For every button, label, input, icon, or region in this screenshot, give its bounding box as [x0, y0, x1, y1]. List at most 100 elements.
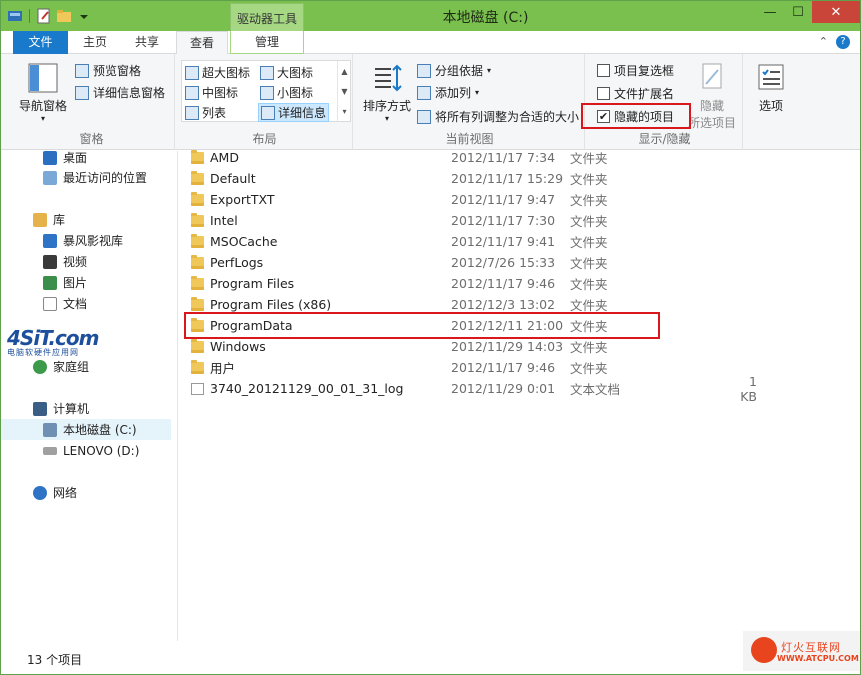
file-row[interactable]: ExportTXT 2012/11/17 9:47 文件夹: [185, 189, 785, 210]
file-row[interactable]: Windows 2012/11/29 14:03 文件夹: [185, 336, 785, 357]
add-column-label: 添加列: [435, 86, 472, 100]
tab-view[interactable]: 查看: [176, 31, 228, 55]
folder-icon: [191, 149, 204, 164]
file-name: Windows: [210, 339, 266, 354]
file-date: 2012/11/17 9:41: [451, 234, 556, 249]
more-icon[interactable]: ▾: [342, 107, 346, 116]
file-type: 文本文档: [570, 382, 621, 397]
expand-ribbon-icon[interactable]: ⌃: [819, 35, 828, 49]
nav-item-videos[interactable]: 视频: [1, 251, 171, 272]
nav-item-network[interactable]: 网络: [1, 482, 171, 503]
watermark-atcpu-logo-icon: [751, 637, 777, 663]
layout-medium-icons[interactable]: 中图标: [185, 84, 238, 101]
file-row[interactable]: MSOCache 2012/11/17 9:41 文件夹: [185, 231, 785, 252]
nav-item-computer[interactable]: 计算机: [1, 398, 171, 419]
file-date: 2012/7/26 15:33: [451, 255, 556, 270]
nav-item-desktop[interactable]: 桌面: [1, 151, 171, 168]
nav-item-homegroup[interactable]: 家庭组: [1, 356, 171, 377]
tab-share[interactable]: 共享: [125, 31, 169, 54]
nav-item-lenovo-d[interactable]: LENOVO (D:): [1, 440, 171, 461]
file-row[interactable]: AMD 2012/11/17 7:34 文件夹: [185, 147, 785, 168]
nav-label: 桌面: [63, 151, 88, 165]
options-label: 选项: [758, 99, 783, 113]
nav-label: 计算机: [53, 402, 90, 416]
item-checkboxes-label: 项目复选框: [614, 64, 675, 78]
options-button[interactable]: 选项: [751, 62, 791, 114]
layout-xl-icons[interactable]: 超大图标: [185, 64, 250, 81]
layout-details[interactable]: 详细信息: [258, 103, 330, 122]
status-bar: 13 个项目: [1, 641, 860, 674]
layout-list[interactable]: 列表: [185, 104, 226, 121]
nav-item-baofeng-library[interactable]: 暴风影视库: [1, 230, 171, 251]
preview-pane-button[interactable]: 预览窗格: [75, 62, 141, 79]
ribbon-help-area: ⌃ ?: [819, 35, 850, 49]
scroll-down-icon[interactable]: ▼: [341, 87, 347, 96]
large-icons-icon: [260, 65, 274, 80]
tab-home[interactable]: 主页: [73, 31, 117, 54]
hidden-items-highlight: [581, 103, 691, 129]
group-layout: 超大图标 大图标 中图标 小图标 列表 详细信息 ▲ ▼ ▾ 布局: [177, 54, 353, 150]
file-row[interactable]: Program Files 2012/11/17 9:46 文件夹: [185, 273, 785, 294]
file-row[interactable]: 3740_20121129_00_01_31_log 2012/11/29 0:0…: [185, 374, 785, 404]
add-column-button[interactable]: 添加列 ▾: [417, 84, 479, 101]
file-name: Program Files: [210, 276, 295, 291]
medium-icons-icon: [185, 85, 199, 100]
item-checkboxes-checkbox[interactable]: [597, 64, 610, 77]
file-name: MSOCache: [210, 234, 278, 249]
navigation-pane: 桌面 最近访问的位置 库 暴风影视库 视频 图片 文档 家庭组 计算机 本地磁盘…: [1, 151, 178, 641]
maximize-icon[interactable]: ☐: [784, 1, 812, 23]
xl-icons-label: 超大图标: [202, 66, 251, 80]
file-type: 文件夹: [570, 340, 608, 355]
tab-manage[interactable]: 管理: [230, 31, 304, 54]
file-row[interactable]: Intel 2012/11/17 7:30 文件夹: [185, 210, 785, 231]
sort-by-dropdown-icon: ▾: [384, 114, 389, 123]
homegroup-icon: [33, 359, 47, 374]
file-name: ExportTXT: [210, 192, 275, 207]
system-drive-icon: [43, 422, 57, 437]
list-label: 列表: [202, 106, 227, 120]
list-icon: [185, 105, 199, 120]
scroll-up-icon[interactable]: ▲: [341, 67, 347, 76]
layout-gallery-scroll[interactable]: ▲ ▼ ▾: [337, 61, 351, 121]
text-file-icon: [191, 382, 204, 395]
medium-icons-label: 中图标: [202, 86, 239, 100]
file-row[interactable]: Default 2012/11/17 15:29 文件夹: [185, 168, 785, 189]
help-icon[interactable]: ?: [836, 35, 850, 49]
file-row[interactable]: PerfLogs 2012/7/26 15:33 文件夹: [185, 252, 785, 273]
sort-by-button[interactable]: 排序方式 ▾: [359, 62, 415, 123]
nav-item-libraries[interactable]: 库: [1, 209, 171, 230]
computer-icon: [33, 401, 47, 416]
folder-icon: [191, 338, 204, 353]
layout-large-icons[interactable]: 大图标: [260, 64, 313, 81]
tab-file[interactable]: 文件: [13, 31, 68, 54]
hide-selected-button[interactable]: 隐藏 所选项目: [687, 62, 737, 131]
close-icon[interactable]: ✕: [812, 1, 860, 23]
nav-item-pictures[interactable]: 图片: [1, 272, 171, 293]
nav-item-local-disk-c[interactable]: 本地磁盘 (C:): [1, 419, 171, 440]
group-by-button[interactable]: 分组依据 ▾: [417, 62, 491, 79]
file-extensions-toggle[interactable]: 文件扩展名: [597, 85, 674, 102]
watermark-4sit-tagline: 电脑软硬件应用网: [7, 348, 79, 357]
nav-label: 家庭组: [53, 360, 90, 374]
file-type: 文件夹: [570, 235, 608, 250]
file-extensions-checkbox[interactable]: [597, 87, 610, 100]
hide-selected-icon: [702, 63, 722, 89]
nav-pane-button[interactable]: 导航窗格 ▾: [15, 62, 71, 123]
fit-columns-button[interactable]: 将所有列调整为合适的大小: [417, 108, 579, 125]
minimize-icon[interactable]: —: [756, 1, 784, 23]
file-date: 2012/11/17 7:34: [451, 150, 556, 165]
layout-small-icons[interactable]: 小图标: [260, 84, 313, 101]
nav-item-documents[interactable]: 文档: [1, 293, 171, 314]
large-icons-label: 大图标: [277, 66, 314, 80]
file-date: 2012/11/29 0:01: [451, 381, 556, 396]
details-pane-button[interactable]: 详细信息窗格: [75, 84, 165, 101]
folder-icon: [191, 275, 204, 290]
file-name: Intel: [210, 213, 238, 228]
sort-by-label: 排序方式: [362, 99, 411, 113]
folder-icon: [191, 233, 204, 248]
item-checkboxes-toggle[interactable]: 项目复选框: [597, 62, 674, 79]
file-row[interactable]: 用户 2012/11/17 9:46 文件夹: [185, 357, 785, 378]
ribbon: 导航窗格 ▾ 预览窗格 详细信息窗格 窗格 超大图标 大图标 中图标 小图标 列…: [1, 54, 860, 150]
pictures-icon: [43, 275, 57, 290]
nav-item-recent-places[interactable]: 最近访问的位置: [1, 167, 171, 188]
